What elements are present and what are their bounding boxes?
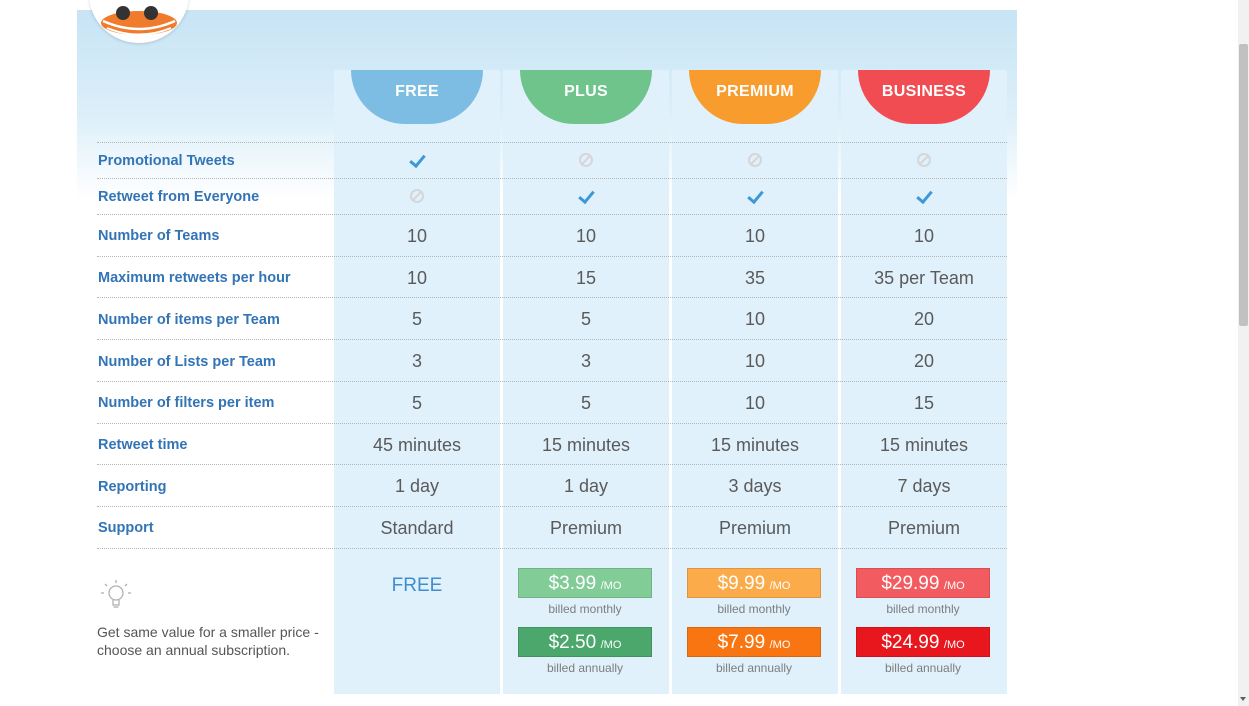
feature-value: 15 minutes — [879, 435, 969, 455]
price-amount: $7.99 — [717, 632, 766, 653]
premium-annual-price-button[interactable]: $7.99 /MO — [687, 627, 821, 657]
feature-value: 15 — [575, 268, 597, 288]
row-divider — [97, 297, 1007, 298]
feature-value: 35 per Team — [874, 268, 974, 288]
feature-value: 45 minutes — [372, 435, 462, 455]
billed-annually-label: billed annually — [715, 661, 793, 675]
feature-cell — [503, 150, 669, 172]
feature-label-retweet-from-everyone: Retweet from Everyone — [98, 189, 260, 205]
feature-cell — [672, 186, 838, 208]
check-icon — [746, 186, 764, 205]
feature-label-filters-per-item: Number of filters per item — [98, 395, 275, 411]
feature-cell — [334, 186, 500, 208]
row-divider — [97, 178, 1007, 179]
row-divider — [97, 506, 1007, 507]
plus-monthly-price-button[interactable]: $3.99 /MO — [518, 568, 652, 598]
lightbulb-icon — [101, 580, 131, 608]
feature-label-promotional-tweets: Promotional Tweets — [98, 153, 235, 169]
price-amount: $9.99 — [717, 573, 766, 594]
row-divider — [97, 381, 1007, 382]
scroll-down-arrow-icon[interactable] — [1240, 697, 1246, 701]
business-monthly-price-button[interactable]: $29.99 /MO — [856, 568, 990, 598]
feature-value: 20 — [913, 309, 935, 329]
feature-value: 5 — [580, 309, 591, 329]
not-available-icon — [410, 189, 424, 203]
feature-label-support: Support — [98, 520, 154, 536]
billed-monthly-label: billed monthly — [886, 602, 960, 616]
billed-monthly-label: billed monthly — [717, 602, 791, 616]
feature-value: Standard — [380, 518, 454, 538]
annual-subscription-tip: Get same value for a smaller price - cho… — [97, 624, 319, 658]
feature-cell — [672, 150, 838, 172]
feature-value: 10 — [913, 226, 935, 246]
row-divider — [97, 256, 1007, 257]
feature-value: 15 minutes — [710, 435, 800, 455]
feature-value: 10 — [406, 268, 428, 288]
feature-value: 10 — [744, 309, 766, 329]
check-icon — [577, 186, 595, 205]
feature-value: 10 — [744, 226, 766, 246]
not-available-icon — [579, 153, 593, 167]
per-month-label: /MO — [769, 580, 791, 592]
feature-value: 3 — [411, 351, 422, 371]
feature-value: 35 — [744, 268, 766, 288]
feature-value: 15 — [913, 393, 935, 413]
row-divider — [97, 214, 1007, 215]
not-available-icon — [917, 153, 931, 167]
price-amount: $3.99 — [548, 573, 597, 594]
business-annual-price-button[interactable]: $24.99 /MO — [856, 627, 990, 657]
feature-value: 1 day — [563, 476, 609, 496]
feature-value: 10 — [406, 226, 428, 246]
feature-label-max-retweets-per-hour: Maximum retweets per hour — [98, 270, 291, 286]
feature-label-items-per-team: Number of items per Team — [98, 312, 280, 328]
check-icon — [915, 186, 933, 205]
feature-value: Premium — [887, 518, 960, 538]
feature-value: 20 — [913, 351, 935, 371]
feature-value: 15 minutes — [541, 435, 631, 455]
billed-annually-label: billed annually — [546, 661, 624, 675]
feature-label-reporting: Reporting — [98, 479, 167, 495]
row-divider — [97, 548, 1007, 549]
row-divider — [97, 339, 1007, 340]
row-divider — [97, 464, 1007, 465]
check-icon — [408, 150, 426, 169]
billed-annually-label: billed annually — [884, 661, 962, 675]
per-month-label: /MO — [943, 639, 965, 651]
feature-value: 3 days — [728, 476, 782, 496]
feature-label-lists-per-team: Number of Lists per Team — [98, 354, 276, 370]
row-divider — [97, 423, 1007, 424]
price-amount: $2.50 — [548, 632, 597, 653]
not-available-icon — [748, 153, 762, 167]
feature-label-number-of-teams: Number of Teams — [98, 228, 220, 244]
feature-cell — [841, 186, 1007, 208]
feature-value: 10 — [744, 393, 766, 413]
free-price-label: FREE — [391, 575, 443, 596]
billed-monthly-label: billed monthly — [548, 602, 622, 616]
scrollbar-thumb[interactable] — [1239, 44, 1248, 326]
price-amount: $29.99 — [881, 573, 940, 594]
row-divider — [97, 142, 1007, 143]
per-month-label: /MO — [943, 580, 965, 592]
plus-annual-price-button[interactable]: $2.50 /MO — [518, 627, 652, 657]
feature-value: Premium — [718, 518, 791, 538]
feature-cell — [503, 186, 669, 208]
feature-cell — [334, 150, 500, 172]
price-amount: $24.99 — [881, 632, 940, 653]
per-month-label: /MO — [600, 580, 622, 592]
feature-value: 5 — [411, 393, 422, 413]
feature-value: 5 — [580, 393, 591, 413]
feature-value: 1 day — [394, 476, 440, 496]
feature-value: 7 days — [897, 476, 951, 496]
per-month-label: /MO — [600, 639, 622, 651]
feature-value: 3 — [580, 351, 591, 371]
feature-value: 5 — [411, 309, 422, 329]
feature-cell — [841, 150, 1007, 172]
premium-monthly-price-button[interactable]: $9.99 /MO — [687, 568, 821, 598]
feature-value: 10 — [744, 351, 766, 371]
feature-label-retweet-time: Retweet time — [98, 437, 188, 453]
feature-value: Premium — [549, 518, 622, 538]
feature-value: 10 — [575, 226, 597, 246]
per-month-label: /MO — [769, 639, 791, 651]
